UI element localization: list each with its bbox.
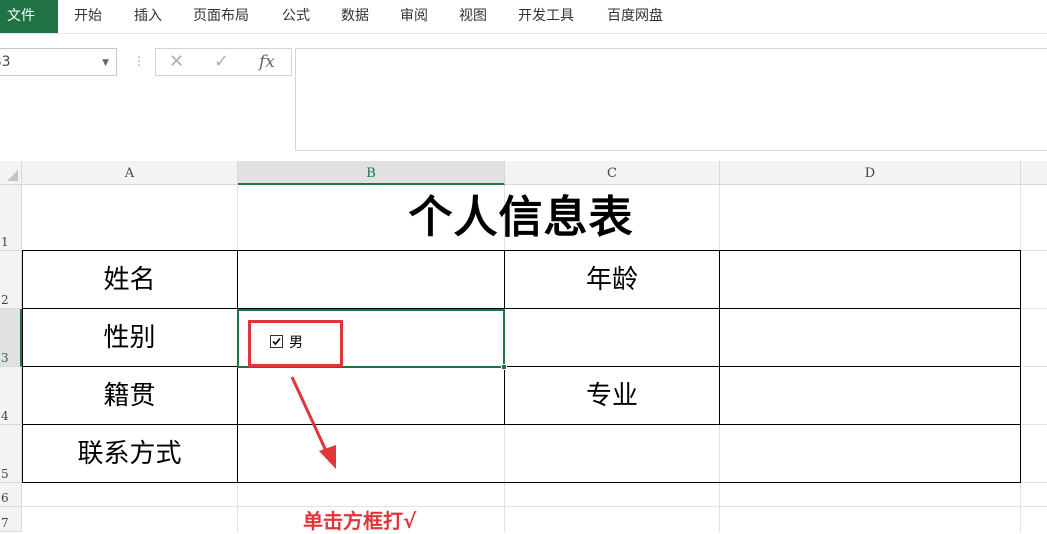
label-contact[interactable]: 联系方式 — [22, 425, 237, 483]
row-header-6[interactable]: 6 — [0, 483, 22, 507]
annotation-text: 单击方框打√ — [303, 509, 417, 533]
row-header-3[interactable]: 3 — [0, 309, 22, 367]
table-border — [1020, 250, 1021, 483]
enter-icon[interactable]: ✓ — [214, 51, 229, 72]
gridline — [1020, 250, 1047, 251]
ribbon-tabs: 文件 开始 插入 页面布局 公式 数据 审阅 视图 开发工具 百度网盘 — [0, 0, 1047, 33]
row-header-5[interactable]: 5 — [0, 425, 22, 483]
column-header-e[interactable] — [1021, 161, 1047, 185]
chevron-down-icon[interactable]: ▼ — [102, 58, 109, 68]
sheet-title[interactable]: 个人信息表 — [22, 185, 1020, 251]
column-header-c[interactable]: C — [505, 161, 720, 185]
gridline — [22, 506, 1047, 507]
table-border — [719, 250, 720, 425]
insert-function-icon[interactable]: fx — [259, 52, 275, 72]
column-header-a[interactable]: A — [22, 161, 238, 185]
row-header-2[interactable]: 2 — [0, 251, 22, 309]
row-header-7[interactable]: 7 — [0, 507, 22, 532]
tab-formulas[interactable]: 公式 — [282, 0, 310, 33]
tab-file[interactable]: 文件 — [0, 0, 58, 33]
label-name[interactable]: 姓名 — [22, 251, 237, 309]
gridline — [1020, 308, 1047, 309]
annotation-arrow-icon — [290, 376, 336, 469]
label-native-place[interactable]: 籍贯 — [22, 367, 237, 425]
tab-view[interactable]: 视图 — [459, 0, 487, 33]
label-age[interactable]: 年龄 — [505, 251, 719, 309]
tab-home[interactable]: 开始 — [74, 0, 102, 33]
highlight-box — [248, 320, 343, 367]
column-header-b[interactable]: B — [238, 161, 505, 185]
select-all-button[interactable] — [0, 161, 22, 185]
name-box-value: B3 — [0, 54, 11, 70]
spreadsheet-grid: A B C D 1 2 3 4 5 6 7 个人信息表 姓名 年龄 性别 籍贯 … — [0, 161, 1047, 533]
gridline — [1020, 424, 1047, 425]
fill-handle[interactable] — [501, 364, 507, 370]
formula-buttons: ✕ ✓ fx — [155, 48, 292, 76]
tab-data[interactable]: 数据 — [341, 0, 369, 33]
cancel-icon[interactable]: ✕ — [169, 51, 184, 72]
tab-review[interactable]: 审阅 — [400, 0, 428, 33]
drag-handle-icon[interactable]: ⋮ — [133, 54, 145, 68]
tab-page-layout[interactable]: 页面布局 — [193, 0, 249, 33]
label-gender[interactable]: 性别 — [22, 309, 237, 367]
formula-bar: B3 ▼ ⋮ ✕ ✓ fx — [0, 34, 1047, 161]
tab-insert[interactable]: 插入 — [134, 0, 162, 33]
row-header-1[interactable]: 1 — [0, 185, 22, 251]
gridline — [1020, 482, 1047, 483]
row-header-4[interactable]: 4 — [0, 367, 22, 425]
select-all-triangle-icon — [7, 170, 18, 181]
formula-input[interactable] — [295, 48, 1047, 151]
column-header-d[interactable]: D — [720, 161, 1021, 185]
tab-baidu-netdisk[interactable]: 百度网盘 — [607, 0, 663, 33]
tab-developer[interactable]: 开发工具 — [518, 0, 574, 33]
label-major[interactable]: 专业 — [505, 367, 719, 425]
gridline — [1020, 366, 1047, 367]
name-box[interactable]: B3 ▼ — [0, 48, 117, 76]
